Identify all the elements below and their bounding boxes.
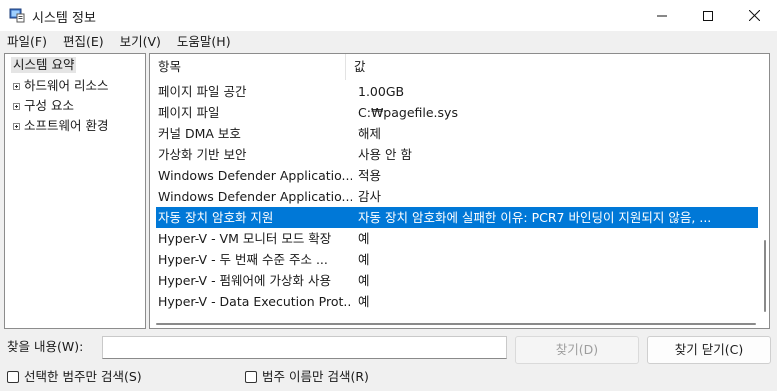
menu-help[interactable]: 도움말(H) [169, 32, 239, 51]
tree-item-label: 소프트웨어 환경 [24, 118, 109, 133]
app-icon [9, 8, 25, 23]
find-label: 찾을 내용(W): [7, 339, 84, 354]
tree-item-system-summary[interactable]: 시스템 요약 [11, 57, 77, 73]
menu-file[interactable]: 파일(F) [0, 32, 55, 51]
horizontal-scrollbar[interactable] [156, 322, 758, 326]
row-value: 감사 [358, 189, 382, 204]
tree-item-hardware-resources[interactable]: 하드웨어 리소스 [13, 77, 108, 95]
row-value: 예 [358, 294, 370, 309]
tree-item-software-environment[interactable]: 소프트웨어 환경 [13, 117, 108, 135]
row-value: 1.00GB [358, 84, 405, 99]
menu-view[interactable]: 보기(V) [112, 32, 169, 51]
list-row[interactable]: Hyper-V - Data Execution Prot... 예 [156, 291, 758, 312]
row-item: 자동 장치 암호화 지원 [158, 210, 274, 225]
row-value: 예 [358, 273, 370, 288]
row-value: 적용 [358, 168, 382, 183]
row-item: 커널 DMA 보호 [158, 126, 241, 141]
row-value: 자동 장치 암호화에 실패한 이유: PCR7 바인딩이 지원되지 않음, ..… [358, 210, 712, 225]
row-item: Hyper-V - VM 모니터 모드 확장 [158, 231, 332, 246]
checkbox-label: 선택한 범주만 검색(S) [24, 369, 142, 384]
menu-bar: 파일(F) 편집(E) 보기(V) 도움말(H) [0, 31, 777, 52]
expand-icon[interactable] [13, 82, 20, 90]
row-item: Hyper-V - 두 번째 수준 주소 ... [158, 252, 328, 267]
category-tree[interactable]: 시스템 요약 하드웨어 리소스 구성 요소 소프트웨어 환경 [4, 53, 146, 329]
list-row[interactable]: Hyper-V - 펌웨어에 가상화 사용 예 [156, 270, 758, 291]
row-value: 예 [358, 252, 370, 267]
find-input[interactable] [102, 336, 507, 359]
column-header-item[interactable]: 항목 [150, 54, 346, 80]
row-item: Windows Defender Applicatio... [158, 189, 352, 204]
list-row[interactable]: 가상화 기반 보안 사용 안 함 [156, 144, 758, 165]
list-row[interactable]: Windows Defender Applicatio... 감사 [156, 186, 758, 207]
minimize-icon [657, 15, 667, 16]
checkbox-label: 범주 이름만 검색(R) [262, 369, 369, 384]
list-row[interactable]: 페이지 파일 C:₩pagefile.sys [156, 102, 758, 123]
expand-icon[interactable] [13, 122, 20, 130]
expand-icon[interactable] [13, 102, 20, 110]
vertical-scroll-thumb[interactable] [764, 240, 766, 312]
list-row[interactable]: Hyper-V - 두 번째 수준 주소 ... 예 [156, 249, 758, 270]
search-category-names-checkbox[interactable] [245, 371, 257, 383]
search-selected-category-option[interactable]: 선택한 범주만 검색(S) [7, 368, 142, 386]
search-category-names-option[interactable]: 범주 이름만 검색(R) [245, 368, 369, 386]
list-header: 항목 값 [150, 54, 764, 80]
title-bar: 시스템 정보 [0, 0, 777, 31]
list-row[interactable]: Windows Defender Applicatio... 적용 [156, 165, 758, 186]
row-item: 페이지 파일 공간 [158, 84, 247, 99]
row-value: C:₩pagefile.sys [358, 105, 458, 120]
row-item: Hyper-V - 펌웨어에 가상화 사용 [158, 273, 331, 288]
tree-item-label: 하드웨어 리소스 [24, 78, 109, 93]
vertical-scrollbar[interactable] [761, 54, 767, 312]
row-value: 해제 [358, 126, 382, 141]
list-row[interactable]: 커널 DMA 보호 해제 [156, 123, 758, 144]
close-find-button[interactable]: 찾기 닫기(C) [647, 336, 771, 364]
tree-item-label: 구성 요소 [24, 98, 74, 113]
maximize-button[interactable] [685, 0, 731, 31]
list-row[interactable]: Hyper-V - VM 모니터 모드 확장 예 [156, 228, 758, 249]
menu-edit[interactable]: 편집(E) [55, 32, 112, 51]
minimize-button[interactable] [639, 0, 685, 31]
row-item: Windows Defender Applicatio... [158, 168, 352, 183]
maximize-icon [703, 10, 713, 21]
close-button[interactable] [731, 0, 777, 31]
search-selected-category-checkbox[interactable] [7, 371, 19, 383]
row-item: 페이지 파일 [158, 105, 220, 120]
horizontal-scroll-thumb[interactable] [156, 323, 756, 325]
list-row[interactable]: 페이지 파일 공간 1.00GB [156, 81, 758, 102]
window-title: 시스템 정보 [32, 11, 96, 26]
row-item: 가상화 기반 보안 [158, 147, 247, 162]
find-button[interactable]: 찾기(D) [515, 336, 639, 364]
column-header-value[interactable]: 값 [346, 54, 764, 80]
list-row[interactable]: 자동 장치 암호화 지원 자동 장치 암호화에 실패한 이유: PCR7 바인딩이… [156, 207, 758, 228]
row-item: Hyper-V - Data Execution Prot... [158, 294, 352, 309]
details-list[interactable]: 항목 값 페이지 파일 공간 1.00GB 페이지 파일 C:₩pagefile.sy… [149, 53, 770, 329]
close-icon [748, 10, 760, 21]
tree-item-components[interactable]: 구성 요소 [13, 97, 74, 115]
row-value: 사용 안 함 [358, 147, 412, 162]
list-rows: 페이지 파일 공간 1.00GB 페이지 파일 C:₩pagefile.sys 커널 D… [156, 81, 758, 312]
row-value: 예 [358, 231, 370, 246]
